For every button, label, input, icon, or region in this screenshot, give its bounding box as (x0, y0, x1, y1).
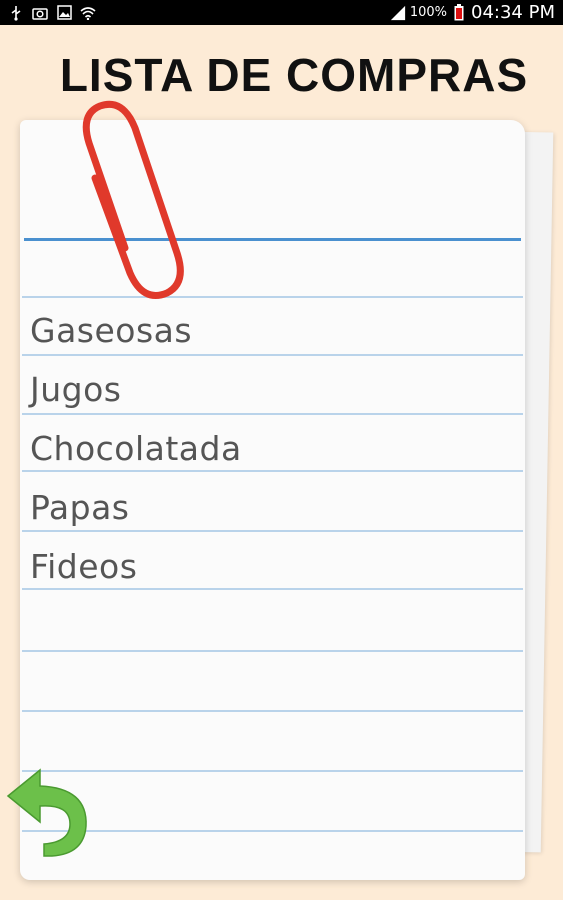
back-arrow-icon[interactable] (4, 766, 94, 862)
rule-line (22, 770, 523, 772)
battery-icon (451, 4, 467, 21)
signal-icon (390, 5, 406, 21)
status-left-icons (0, 5, 96, 21)
rule-line (22, 710, 523, 712)
status-time: 04:34 PM (471, 2, 555, 23)
list-item[interactable]: Gaseosas (30, 306, 500, 365)
paperclip-icon (75, 98, 195, 308)
rule-line (22, 650, 523, 652)
battery-percent: 100% (409, 5, 448, 20)
shopping-list: Gaseosas Jugos Chocolatada Papas Fideos (30, 306, 500, 601)
rule-line (22, 830, 523, 832)
status-bar: 100% 04:34 PM (0, 0, 563, 25)
list-item[interactable]: Papas (30, 483, 500, 542)
page-title: LISTA DE COMPRAS (59, 49, 529, 101)
list-item[interactable]: Chocolatada (30, 424, 500, 483)
status-right: 100% 04:34 PM (390, 2, 563, 23)
list-item[interactable]: Fideos (30, 542, 500, 601)
list-item[interactable]: Jugos (30, 365, 500, 424)
usb-icon (8, 5, 24, 21)
camera-icon (32, 5, 48, 21)
image-icon (56, 5, 72, 21)
wifi-icon (80, 5, 96, 21)
